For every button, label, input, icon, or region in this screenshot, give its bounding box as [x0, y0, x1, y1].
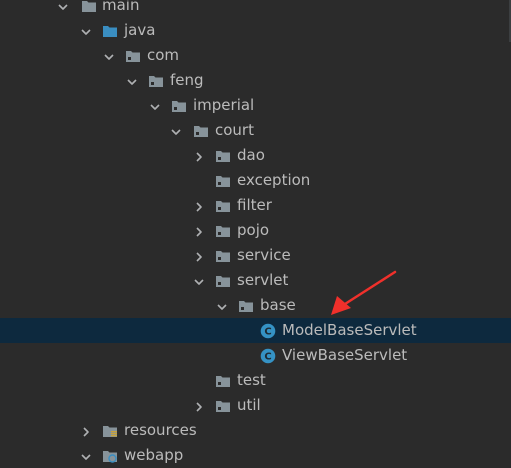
tree-row[interactable]: java	[0, 18, 511, 43]
tree-row[interactable]: feng	[0, 68, 511, 93]
chevron-right-icon[interactable]	[193, 249, 205, 262]
tree-item-label: filter	[237, 196, 272, 214]
svg-text:C: C	[264, 327, 271, 338]
chevron-right-icon[interactable]	[80, 424, 92, 437]
tree-item-label: com	[147, 46, 180, 64]
package-icon	[215, 148, 231, 164]
package-icon	[215, 373, 231, 389]
chevron-down-icon[interactable]	[80, 449, 92, 461]
folder-icon	[81, 0, 97, 14]
package-icon	[215, 198, 231, 214]
chevron-right-icon[interactable]	[193, 399, 205, 412]
java-class-icon: C	[260, 348, 276, 364]
tree-row[interactable]: resources	[0, 418, 511, 443]
tree-item-label: main	[102, 0, 140, 14]
chevron-down-icon[interactable]	[149, 99, 161, 111]
tree-item-label: base	[260, 296, 296, 314]
chevron-down-icon[interactable]	[57, 0, 69, 11]
tree-item-label: imperial	[193, 96, 255, 114]
tree-row[interactable]: imperial	[0, 93, 511, 118]
chevron-right-icon[interactable]	[193, 224, 205, 237]
tree-row[interactable]: service	[0, 243, 511, 268]
chevron-right-icon[interactable]	[193, 199, 205, 212]
tree-item-label: util	[237, 396, 261, 414]
package-icon	[125, 48, 141, 64]
tree-row[interactable]: base	[0, 293, 511, 318]
tree-item-label: java	[124, 21, 156, 39]
web-folder-icon	[102, 448, 118, 464]
chevron-down-icon[interactable]	[126, 74, 138, 86]
tree-item-label: test	[237, 371, 266, 389]
tree-row[interactable]: pojo	[0, 218, 511, 243]
tree-row[interactable]: com	[0, 43, 511, 68]
tree-row[interactable]: util	[0, 393, 511, 418]
tree-row[interactable]: C ModelBaseServlet	[0, 318, 511, 343]
package-icon	[215, 223, 231, 239]
tree-item-label: feng	[170, 71, 204, 89]
tree-item-label: resources	[124, 421, 197, 439]
tree-item-label: exception	[237, 171, 311, 189]
chevron-down-icon[interactable]	[193, 274, 205, 286]
package-icon	[171, 98, 187, 114]
tree-item-label: servlet	[237, 271, 289, 289]
tree-row[interactable]: servlet	[0, 268, 511, 293]
tree-item-label: pojo	[237, 221, 270, 239]
package-icon	[215, 398, 231, 414]
package-icon	[148, 73, 164, 89]
chevron-down-icon[interactable]	[216, 299, 228, 311]
tree-row[interactable]: test	[0, 368, 511, 393]
package-icon	[193, 123, 209, 139]
tree-item-label: court	[215, 121, 254, 139]
package-icon	[215, 273, 231, 289]
tree-row[interactable]: exception	[0, 168, 511, 193]
tree-item-label: ModelBaseServlet	[282, 321, 417, 339]
tree-item-label: ViewBaseServlet	[282, 346, 408, 364]
tree-row[interactable]: webapp	[0, 443, 511, 468]
chevron-down-icon[interactable]	[170, 124, 182, 136]
tree-row[interactable]: main	[0, 0, 511, 18]
package-icon	[215, 173, 231, 189]
package-icon	[215, 248, 231, 264]
tree-row[interactable]: filter	[0, 193, 511, 218]
chevron-down-icon[interactable]	[80, 24, 92, 36]
chevron-right-icon[interactable]	[193, 149, 205, 162]
project-tree: main java com feng imperial court dao exception…	[0, 0, 511, 468]
tree-row[interactable]: dao	[0, 143, 511, 168]
tree-item-label: service	[237, 246, 291, 264]
chevron-down-icon[interactable]	[103, 49, 115, 61]
source-root-folder-icon	[102, 23, 118, 39]
svg-text:C: C	[264, 352, 271, 363]
tree-row[interactable]: court	[0, 118, 511, 143]
java-class-icon: C	[260, 323, 276, 339]
tree-item-label: dao	[237, 146, 265, 164]
package-icon	[238, 298, 254, 314]
tree-item-label: webapp	[124, 446, 184, 464]
resources-folder-icon	[102, 423, 118, 439]
tree-row[interactable]: C ViewBaseServlet	[0, 343, 511, 368]
